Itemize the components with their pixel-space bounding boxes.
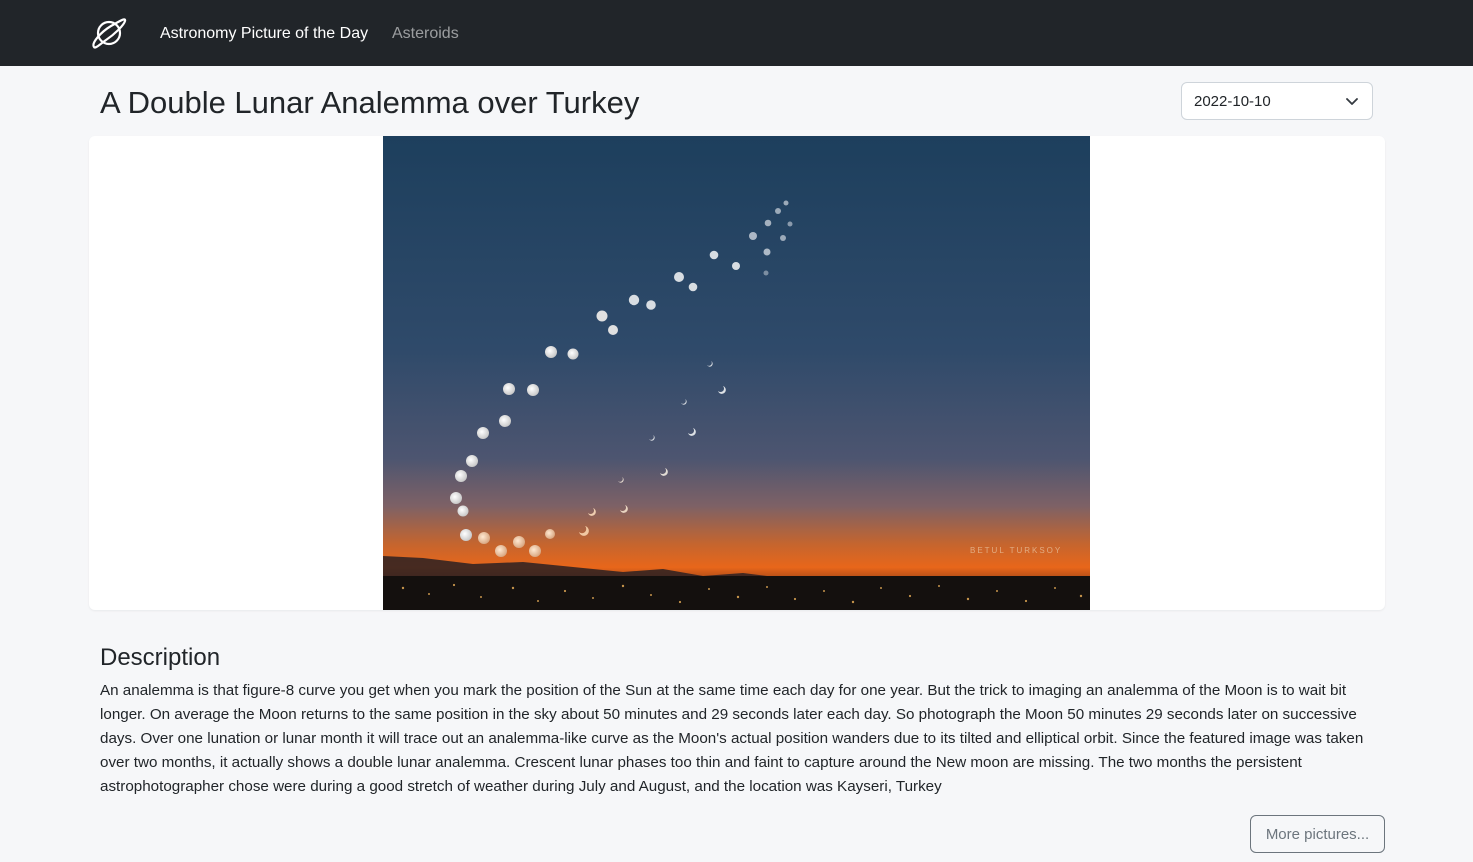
apod-image-card: BETUL TURKSOY [89, 136, 1385, 610]
photo-watermark: BETUL TURKSOY [970, 546, 1062, 555]
description-text: An analemma is that figure-8 curve you g… [100, 682, 1364, 795]
description-heading: Description [100, 644, 221, 671]
date-select-value: 2022-10-10 [1194, 92, 1271, 110]
date-select[interactable]: 2022-10-10 [1181, 82, 1373, 120]
nav-link-asteroids[interactable]: Asteroids [392, 24, 459, 43]
top-navbar: Astronomy Picture of the Day Asteroids [0, 0, 1473, 66]
planet-icon[interactable] [91, 16, 127, 50]
nav-link-apod[interactable]: Astronomy Picture of the Day [160, 24, 368, 43]
apod-photo[interactable]: BETUL TURKSOY [383, 136, 1090, 610]
more-pictures-button[interactable]: More pictures... [1250, 815, 1385, 853]
page-title: A Double Lunar Analemma over Turkey [100, 85, 640, 120]
chevron-down-icon [1346, 98, 1358, 105]
